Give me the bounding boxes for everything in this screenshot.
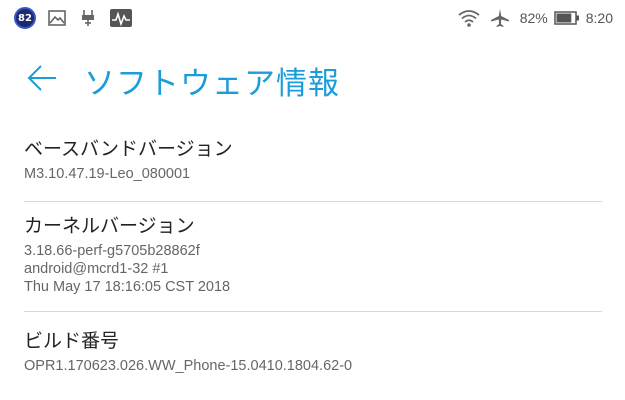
battery-icon — [554, 11, 580, 25]
kernel-version-line-2: android@mcrd1-32 #1 — [24, 261, 169, 277]
activity-icon — [110, 9, 132, 27]
status-time: 8:20 — [585, 10, 613, 26]
image-icon — [48, 10, 66, 26]
baseband-version-item[interactable]: ベースバンドバージョン M3.10.47.19-Leo_080001 — [24, 137, 602, 183]
arrow-back-icon — [27, 65, 56, 91]
kernel-version-line-3: Thu May 17 18:16:05 CST 2018 — [24, 279, 231, 295]
divider — [24, 311, 602, 312]
status-bar: 82 82% 8:20 — [0, 0, 625, 36]
status-bar-right: 82% 8:20 — [458, 0, 613, 36]
baseband-version-title: ベースバンドバージョン — [24, 138, 233, 160]
build-number-item[interactable]: ビルド番号 OPR1.170623.026.WW_Phone-15.0410.1… — [24, 329, 602, 375]
status-bar-left: 82 — [14, 0, 146, 36]
usb-debug-icon — [80, 9, 96, 27]
kernel-version-title: カーネルバージョン — [24, 215, 195, 237]
back-button[interactable] — [24, 60, 60, 96]
notification-count-badge: 82 — [14, 7, 36, 29]
kernel-version-item[interactable]: カーネルバージョン 3.18.66-perf-g5705b28862f andr… — [24, 214, 602, 296]
build-number-value: OPR1.170623.026.WW_Phone-15.0410.1804.62… — [24, 358, 353, 374]
battery-percent: 82% — [519, 10, 548, 26]
wifi-icon — [458, 9, 480, 27]
airplane-mode-icon — [490, 8, 510, 28]
page-title: ソフトウェア情報 — [84, 66, 340, 102]
app-header: ソフトウェア情報 — [0, 52, 625, 104]
kernel-version-line-1: 3.18.66-perf-g5705b28862f — [24, 243, 200, 259]
build-number-title: ビルド番号 — [24, 330, 120, 352]
divider — [24, 201, 602, 202]
baseband-version-value: M3.10.47.19-Leo_080001 — [24, 166, 191, 182]
